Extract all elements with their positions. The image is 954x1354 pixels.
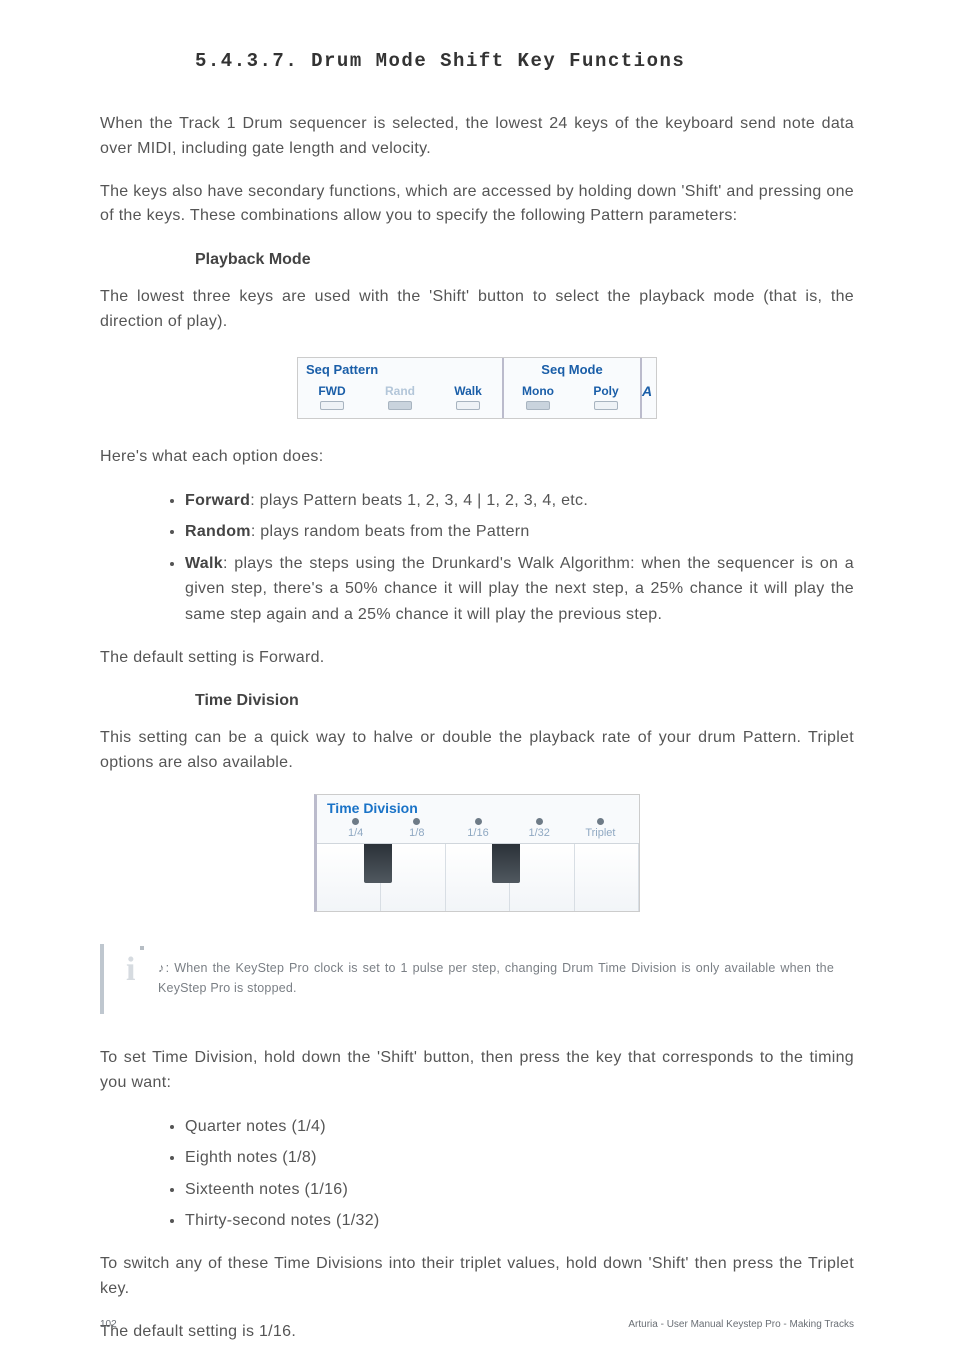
seq-pattern-title: Seq Pattern xyxy=(298,358,502,377)
option-walk: Walk: plays the steps using the Drunkard… xyxy=(185,551,854,628)
note-block: i ♪: When the KeyStep Pro clock is set t… xyxy=(100,944,854,1014)
seq-mono: Mono xyxy=(504,384,572,410)
seq-walk-label: Walk xyxy=(454,384,482,398)
playback-mode-body: The lowest three keys are used with the … xyxy=(100,285,854,335)
td-triplet-label: Triplet xyxy=(585,827,615,839)
time-division-body: This setting can be a quick way to halve… xyxy=(100,726,854,776)
footer-right: Arturia - User Manual Keystep Pro - Maki… xyxy=(628,1319,854,1330)
td-1-4: 1/4 xyxy=(325,818,386,839)
seq-mono-label: Mono xyxy=(522,384,554,398)
seq-poly: Poly xyxy=(572,384,640,410)
default-playback: The default setting is Forward. xyxy=(100,646,854,671)
arp-label: A xyxy=(642,383,652,399)
seq-mode-title: Seq Mode xyxy=(504,358,640,377)
triplet-paragraph: To switch any of these Time Divisions in… xyxy=(100,1252,854,1302)
option-forward-text: : plays Pattern beats 1, 2, 3, 4 | 1, 2,… xyxy=(250,492,588,509)
td-1-8-label: 1/8 xyxy=(409,827,424,839)
section-heading: 5.4.3.7. Drum Mode Shift Key Functions xyxy=(195,50,854,72)
seq-walk: Walk xyxy=(434,384,502,410)
seq-mode-panel: Seq Mode Mono Poly xyxy=(502,358,640,418)
time-division-set: To set Time Division, hold down the 'Shi… xyxy=(100,1046,854,1096)
td-opt-4: Thirty-second notes (1/32) xyxy=(185,1208,854,1234)
td-1-16: 1/16 xyxy=(447,818,508,839)
td-opt-1: Quarter notes (1/4) xyxy=(185,1114,854,1140)
page-footer: 102 Arturia - User Manual Keystep Pro - … xyxy=(100,1319,854,1330)
time-division-figure: Time Division 1/4 1/8 1/16 1/32 Triplet xyxy=(314,794,640,912)
keyboard-keys xyxy=(317,843,639,911)
seq-pattern-figure: Seq Pattern FWD Rand Walk Seq Mode Mono … xyxy=(297,357,657,419)
option-random-label: Random xyxy=(185,523,251,540)
time-division-list: Quarter notes (1/4) Eighth notes (1/8) S… xyxy=(160,1114,854,1234)
td-triplet: Triplet xyxy=(570,818,631,839)
intro-paragraph-2: The keys also have secondary functions, … xyxy=(100,180,854,230)
info-icon: i xyxy=(126,953,156,987)
td-1-16-label: 1/16 xyxy=(467,827,488,839)
option-forward: Forward: plays Pattern beats 1, 2, 3, 4 … xyxy=(185,488,854,514)
seq-rand: Rand xyxy=(366,384,434,410)
seq-rand-label: Rand xyxy=(385,384,415,398)
td-1-4-label: 1/4 xyxy=(348,827,363,839)
td-1-32: 1/32 xyxy=(509,818,570,839)
seq-pattern-panel: Seq Pattern FWD Rand Walk xyxy=(298,358,502,418)
td-opt-2: Eighth notes (1/8) xyxy=(185,1145,854,1171)
page-number: 102 xyxy=(100,1319,117,1330)
playback-options-list: Forward: plays Pattern beats 1, 2, 3, 4 … xyxy=(160,488,854,628)
arp-panel: A xyxy=(640,358,656,418)
option-random: Random: plays random beats from the Patt… xyxy=(185,519,854,545)
time-division-figure-title: Time Division xyxy=(317,795,639,818)
td-1-8: 1/8 xyxy=(386,818,447,839)
seq-poly-label: Poly xyxy=(593,384,618,398)
options-intro: Here's what each option does: xyxy=(100,445,854,470)
option-forward-label: Forward xyxy=(185,492,250,509)
intro-paragraph-1: When the Track 1 Drum sequencer is selec… xyxy=(100,112,854,162)
note-text: ♪: When the KeyStep Pro clock is set to … xyxy=(158,958,834,998)
playback-mode-heading: Playback Mode xyxy=(195,251,854,269)
option-random-text: : plays random beats from the Pattern xyxy=(251,523,530,540)
td-opt-3: Sixteenth notes (1/16) xyxy=(185,1177,854,1203)
seq-fwd: FWD xyxy=(298,384,366,410)
td-1-32-label: 1/32 xyxy=(529,827,550,839)
option-walk-label: Walk xyxy=(185,555,223,572)
option-walk-text: : plays the steps using the Drunkard's W… xyxy=(185,555,854,623)
seq-fwd-label: FWD xyxy=(318,384,345,398)
time-division-heading: Time Division xyxy=(195,692,854,710)
